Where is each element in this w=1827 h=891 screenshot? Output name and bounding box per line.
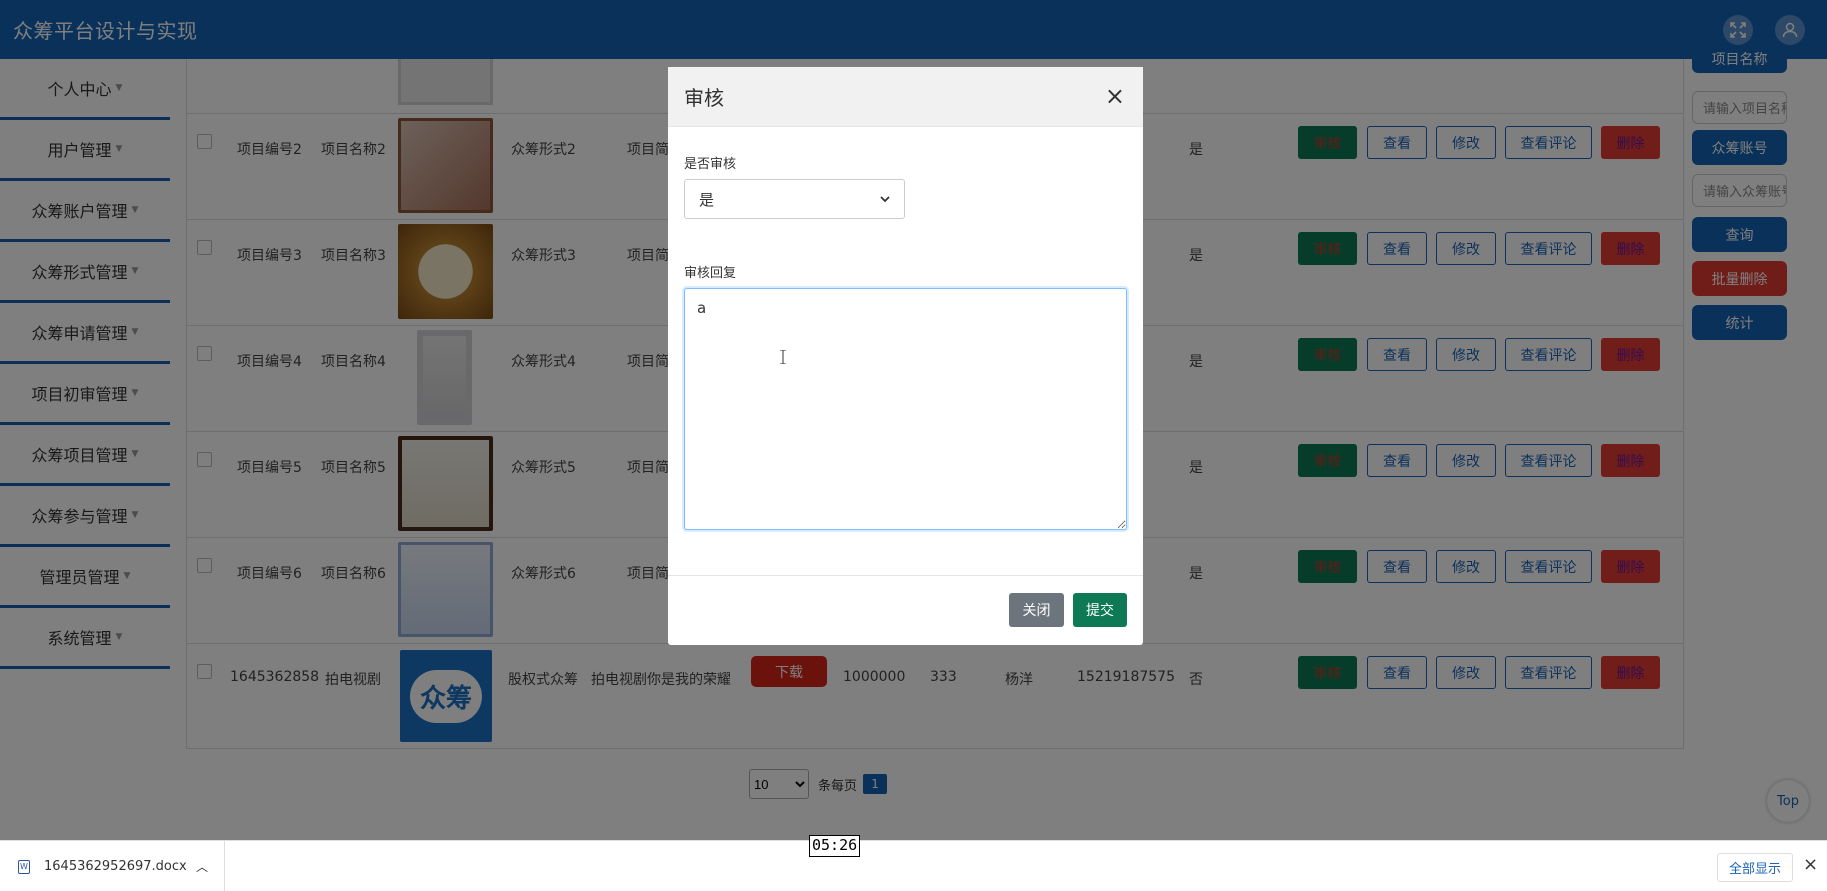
text-cursor-icon [780, 350, 786, 364]
audit-select[interactable]: 是 [684, 179, 905, 219]
chevron-up-icon[interactable]: ︿ [196, 858, 208, 875]
download-filename: 1645362952697.docx [44, 859, 187, 874]
audit-select-value: 是 [699, 190, 715, 209]
modal-header: 审核 × [668, 67, 1143, 127]
close-download-bar-icon[interactable]: × [1803, 854, 1818, 875]
reply-textarea[interactable]: a [684, 288, 1127, 530]
download-item[interactable]: W 1645362952697.docx ︿ [0, 841, 225, 891]
modal-title: 审核 [684, 86, 724, 110]
audit-modal: 审核 × 是否审核 是 审核回复 a 关闭 提交 [668, 67, 1143, 645]
close-button[interactable]: 关闭 [1009, 593, 1064, 627]
close-icon[interactable]: × [1105, 82, 1125, 110]
word-file-icon: W [18, 859, 30, 874]
reply-label: 审核回复 [684, 266, 737, 281]
submit-button[interactable]: 提交 [1073, 593, 1127, 627]
modal-footer: 关闭 提交 [668, 575, 1143, 645]
show-all-downloads-button[interactable]: 全部显示 [1717, 853, 1793, 882]
chevron-down-icon [880, 196, 890, 203]
download-bar: W 1645362952697.docx ︿ 全部显示 × [0, 840, 1827, 891]
audit-label: 是否审核 [684, 157, 737, 172]
time-overlay: 05:26 [809, 835, 861, 857]
